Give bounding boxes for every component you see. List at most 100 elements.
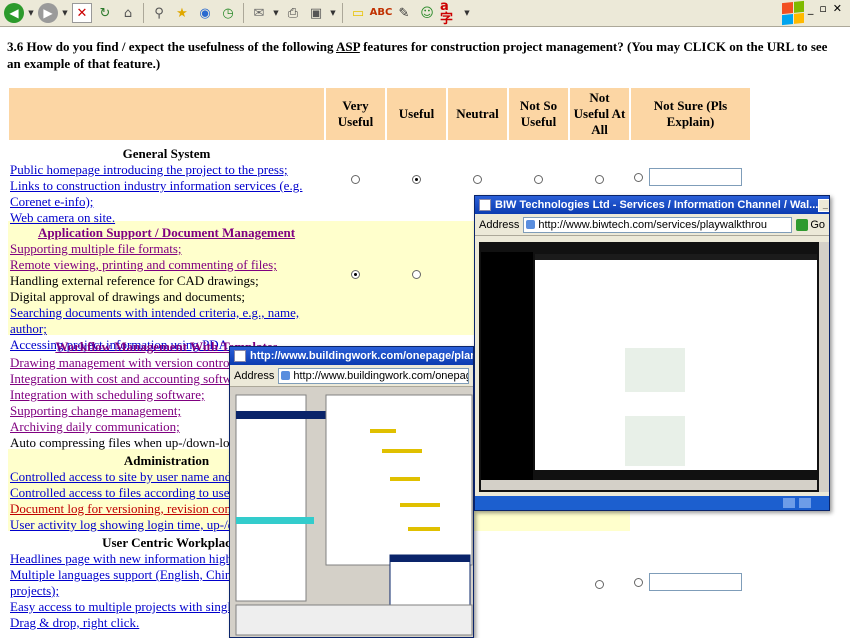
section-title-link[interactable]: Application Support / Document Managemen… [10,223,323,241]
header-neutral: Neutral [446,86,509,142]
popup-address-bar: Address http://www.buildingwork.com/onep… [230,365,473,387]
window-controls: _ ▫ ✕ [808,2,842,15]
popup-title: http://www.buildingwork.com/onepage/plan… [250,350,473,362]
restore-icon[interactable]: ▫ [819,2,826,15]
address-label: Address [479,218,520,231]
mail-dropdown-icon[interactable]: ▼ [272,3,280,23]
biw-menubar [535,254,817,260]
next-button[interactable] [799,498,811,508]
gantt-bar [408,527,440,531]
windows-logo-icon [782,0,804,26]
header-useful: Useful [385,86,448,142]
task-dialog-titlebar [390,555,470,562]
explain-input[interactable] [649,168,742,186]
radio-useful[interactable] [412,175,421,184]
header-not-so-useful: Not So Useful [507,86,570,142]
translate-dropdown-icon[interactable]: ▼ [463,3,471,23]
feature-link[interactable]: Remote viewing, printing and commenting … [10,257,323,273]
minimize-icon[interactable]: _ [818,198,829,212]
favorites-star-icon[interactable]: ★ [172,3,192,23]
radio-not-useful-at-all[interactable] [595,580,604,589]
gantt-bar [400,503,440,507]
section-document-management: Application Support / Document Managemen… [8,221,325,352]
edit-dropdown-icon[interactable]: ▼ [329,3,337,23]
header-not-sure: Not Sure (Pls Explain) [629,86,752,142]
radio-very-useful[interactable] [351,175,360,184]
radio-useful[interactable] [412,270,421,279]
media-icon[interactable]: ◉ [195,3,215,23]
refresh-icon[interactable]: ↻ [95,3,115,23]
header-feature [7,86,326,142]
feature-link[interactable]: Supporting multiple file formats; [10,241,323,257]
header-very-useful: Very Useful [324,86,387,142]
print-icon[interactable]: ⎙ [283,3,303,23]
forward-icon[interactable]: ▶ [38,3,58,23]
feature-link[interactable]: Searching documents with intended criter… [10,305,323,337]
notes-icon[interactable]: ▭ [348,3,368,23]
scrollbar[interactable] [819,242,829,492]
tool-icon[interactable]: ✎ [394,3,414,23]
toolbar-separator [143,3,144,23]
popup-title: BIW Technologies Ltd - Services / Inform… [495,199,819,211]
gantt-screenshot [230,387,473,637]
question-text-before: How do you find / expect the usefulness … [26,39,336,54]
task-highlight-row [236,517,314,524]
feature-text: Digital approval of drawings and documen… [10,289,246,304]
permission-grid [625,348,685,392]
address-label: Address [234,369,275,382]
detail-panel [235,604,473,636]
biw-screenshot [475,236,829,510]
section-general-system: General System Public homepage introduci… [8,142,325,225]
permission-grid [625,416,685,466]
edit-icon[interactable]: ▣ [306,3,326,23]
gantt-bar [370,429,396,433]
translate-icon[interactable]: a字 [440,0,460,26]
close-icon[interactable]: ✕ [833,2,842,15]
explain-input[interactable] [649,573,742,591]
player-bar [475,496,829,510]
spell-check-icon[interactable]: ABC [370,3,393,23]
task-header-bar [236,411,326,419]
radio-not-sure[interactable] [634,577,643,587]
gantt-bar [382,449,422,453]
radio-not-useful-at-all[interactable] [595,175,604,184]
toolbar-separator [243,3,244,23]
minimize-icon[interactable]: _ [808,2,814,15]
browser-toolbar: ◀ ▼ ▶ ▼ ✕ ↻ ⌂ ⚲ ★ ◉ ◷ ✉ ▼ ⎙ ▣ ▼ ▭ ABC ✎ … [0,0,850,27]
back-icon[interactable]: ◀ [4,3,24,23]
go-arrow-icon [796,218,809,231]
home-icon[interactable]: ⌂ [118,3,138,23]
go-label: Go [810,218,825,231]
address-input[interactable]: http://www.biwtech.com/services/playwalk… [523,216,793,233]
radio-very-useful[interactable] [351,270,360,279]
popup-titlebar[interactable]: BIW Technologies Ltd - Services / Inform… [475,196,829,214]
messenger-icon[interactable]: ☺ [417,3,437,23]
question-number: 3.6 [7,39,24,54]
feature-link[interactable]: Public homepage introducing the project … [10,162,323,178]
back-dropdown-icon[interactable]: ▼ [27,3,35,23]
section-title: General System [122,146,211,161]
feature-link[interactable]: Links to construction industry informati… [10,178,323,210]
ie-page-icon [234,350,246,362]
embedded-taskbar [481,480,817,490]
prev-button[interactable] [783,498,795,508]
gantt-bar [390,477,420,481]
history-icon[interactable]: ◷ [218,3,238,23]
address-input[interactable]: http://www.buildingwork.com/onepage/plan… [278,367,469,384]
asp-term: ASP [336,39,360,54]
popup-titlebar[interactable]: http://www.buildingwork.com/onepage/plan… [230,347,473,365]
search-icon[interactable]: ⚲ [149,3,169,23]
popup-window-buildingwork[interactable]: http://www.buildingwork.com/onepage/plan… [229,346,474,638]
radio-not-so-useful[interactable] [534,175,543,184]
header-not-useful-at-all: Not Useful At All [568,86,631,142]
feature-text: Handling external reference for CAD draw… [10,273,259,288]
popup-window-biw[interactable]: BIW Technologies Ltd - Services / Inform… [474,195,830,511]
go-button[interactable]: Go [796,218,825,231]
mail-icon[interactable]: ✉ [249,3,269,23]
toolbar-separator [342,3,343,23]
stop-icon[interactable]: ✕ [72,3,92,23]
question-text: 3.6 How do you find / expect the usefuln… [7,38,837,72]
forward-dropdown-icon[interactable]: ▼ [61,3,69,23]
radio-neutral[interactable] [473,175,482,184]
radio-not-sure[interactable] [634,172,643,182]
